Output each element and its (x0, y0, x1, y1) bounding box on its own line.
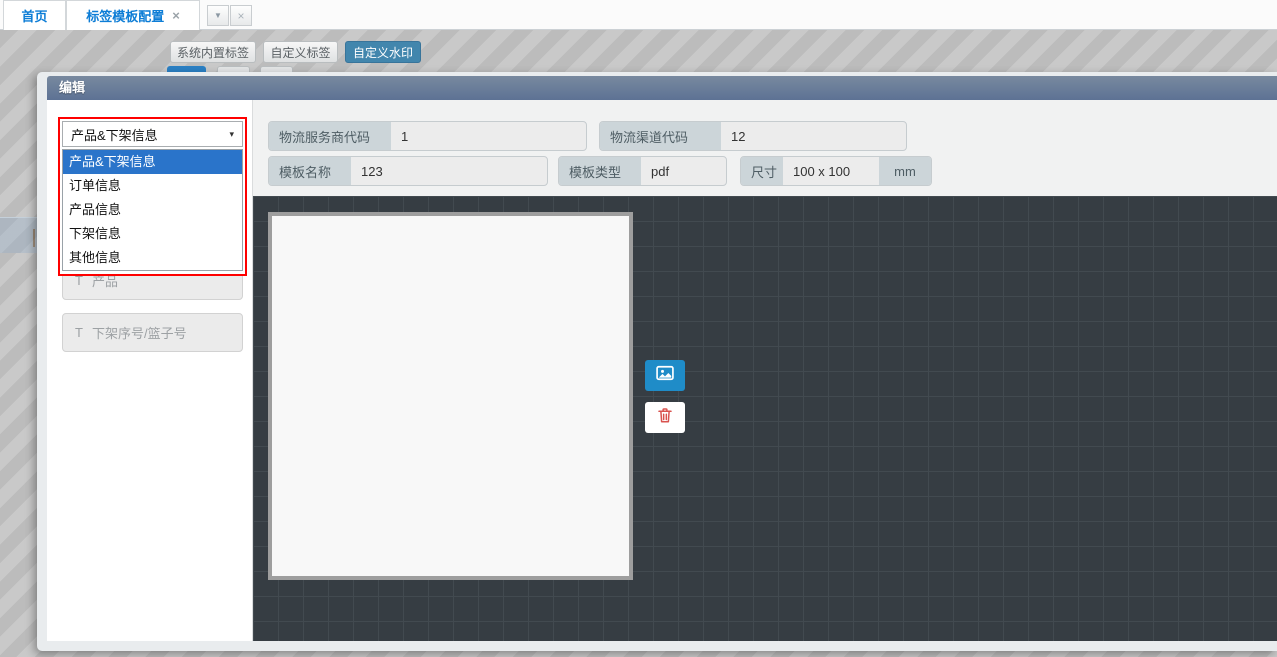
category-dropdown-highlight: 产品&下架信息 ▾ 产品&下架信息 订单信息 产品信息 下架信息 其他信息 (58, 117, 247, 276)
tab-current-label: 标签模板配置 (86, 6, 164, 25)
field-size: 尺寸 100 x 100 mm (740, 156, 932, 186)
dialog-title: 编辑 (47, 76, 1277, 100)
tab-label-template-config[interactable]: 标签模板配置 × (66, 0, 200, 30)
field-logistics-channel-code: 物流渠道代码 12 (599, 121, 907, 151)
add-image-button[interactable] (645, 360, 685, 391)
subtab-custom-labels[interactable]: 自定义标签 (263, 41, 338, 63)
delete-button[interactable] (645, 402, 685, 433)
tabbar-close-button[interactable]: × (230, 5, 252, 26)
size-unit-label: mm (879, 157, 931, 185)
subtab-watermark-label: 自定义水印 (353, 44, 413, 61)
option-order-info[interactable]: 订单信息 (63, 174, 242, 198)
text-type-icon: T (75, 325, 83, 340)
chevron-down-icon: ▼ (214, 11, 222, 20)
edit-dialog: 编辑 T 产品 T 下架序号/篮子号 产品&下架信息 ▾ (37, 72, 1277, 651)
tab-bar: 首页 标签模板配置 × ▼ × (0, 0, 1277, 30)
logistics-channel-code-input[interactable]: 12 (721, 122, 906, 150)
label-sheet-preview[interactable] (268, 212, 633, 580)
dialog-body: T 产品 T 下架序号/篮子号 产品&下架信息 ▾ 产品&下架信息 订单信息 (47, 100, 1277, 641)
template-name-input[interactable]: 123 (351, 157, 547, 185)
field-label: 模板名称 (269, 157, 351, 185)
field-logistics-provider-code: 物流服务商代码 1 (268, 121, 587, 151)
subtab-custom-label: 自定义标签 (270, 44, 330, 61)
tab-home[interactable]: 首页 (3, 0, 66, 30)
tab-list-dropdown-button[interactable]: ▼ (207, 5, 229, 26)
design-canvas[interactable] (253, 196, 1277, 641)
option-product-picking-info[interactable]: 产品&下架信息 (63, 150, 242, 174)
logistics-provider-code-input[interactable]: 1 (391, 122, 586, 150)
category-option-list: 产品&下架信息 订单信息 产品信息 下架信息 其他信息 (62, 149, 243, 271)
field-template-name: 模板名称 123 (268, 156, 548, 186)
field-template-type: 模板类型 pdf (558, 156, 727, 186)
underlying-panel-fragment (0, 217, 37, 253)
option-other-info[interactable]: 其他信息 (63, 246, 242, 270)
field-label: 物流渠道代码 (600, 122, 721, 150)
subtab-custom-watermark[interactable]: 自定义水印 (345, 41, 421, 63)
subtab-system-builtin-labels[interactable]: 系统内置标签 (170, 41, 256, 63)
caret-down-icon: ▾ (229, 129, 234, 140)
option-product-info[interactable]: 产品信息 (63, 198, 242, 222)
template-type-input[interactable]: pdf (641, 157, 726, 185)
palette-item-picking-basket[interactable]: T 下架序号/篮子号 (62, 313, 243, 352)
trash-icon (656, 406, 674, 429)
component-palette-panel: T 产品 T 下架序号/篮子号 产品&下架信息 ▾ 产品&下架信息 订单信息 (47, 100, 253, 641)
field-label: 模板类型 (559, 157, 641, 185)
category-select[interactable]: 产品&下架信息 ▾ (62, 121, 243, 147)
subtab-system-label: 系统内置标签 (177, 44, 249, 61)
image-icon (655, 363, 675, 388)
palette-item-label: 下架序号/篮子号 (92, 323, 187, 342)
size-input[interactable]: 100 x 100 (783, 157, 879, 185)
close-icon: × (237, 9, 244, 23)
option-picking-info[interactable]: 下架信息 (63, 222, 242, 246)
field-label: 物流服务商代码 (269, 122, 391, 150)
category-select-value: 产品&下架信息 (71, 125, 158, 144)
app-screen: 首页 标签模板配置 × ▼ × 系统内置标签 自定义标签 自定义水印 编辑 (0, 0, 1277, 657)
field-label: 尺寸 (741, 157, 783, 185)
underlying-fragment-tick (33, 229, 35, 247)
tab-close-icon[interactable]: × (172, 8, 180, 23)
tab-home-label: 首页 (21, 6, 47, 25)
